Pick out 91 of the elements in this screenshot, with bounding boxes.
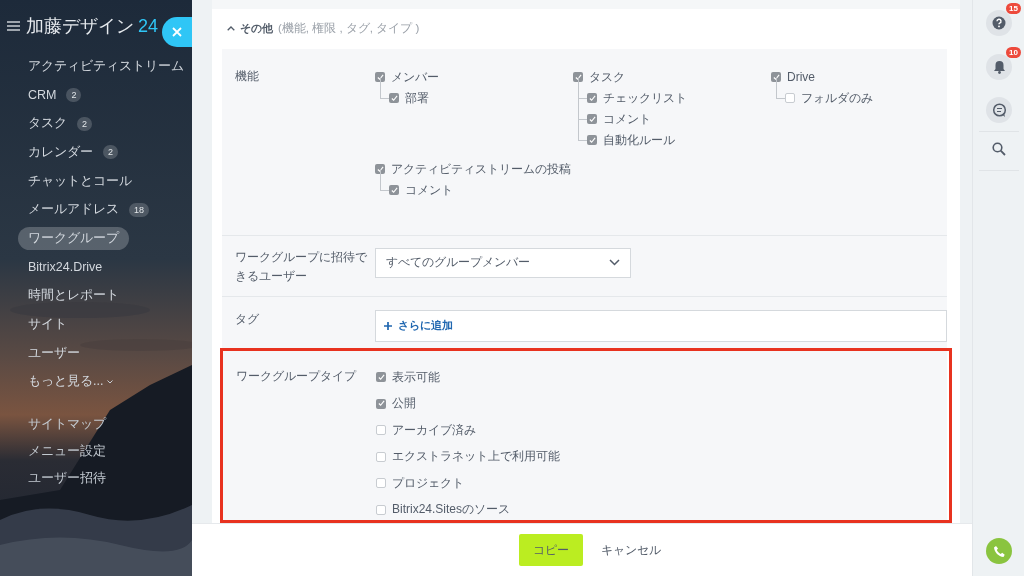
portal-title: 加藤デザイン 24	[26, 15, 159, 38]
count-badge: 2	[66, 88, 82, 103]
help-button[interactable]	[986, 10, 1012, 36]
sidebar-item[interactable]: メールアドレス	[18, 198, 129, 222]
sidebar-item[interactable]: アクティビティストリーム	[18, 54, 192, 78]
checkbox[interactable]	[587, 135, 597, 145]
sidebar-item[interactable]: ワークグループ	[18, 226, 129, 250]
checkbox[interactable]	[376, 478, 386, 488]
sidebar-item[interactable]: CRM	[18, 85, 67, 106]
checkbox-label: フォルダのみ	[801, 89, 873, 107]
checkbox[interactable]	[771, 72, 781, 82]
checkbox-label: 公開	[392, 395, 416, 412]
checkbox[interactable]	[785, 93, 795, 103]
checkbox[interactable]	[376, 425, 386, 435]
sidebar-link[interactable]: サイトマップ	[28, 416, 192, 434]
dropdown[interactable]: すべてのグループメンバー	[375, 247, 631, 278]
field-label: タグ	[235, 310, 260, 328]
plus-icon	[384, 321, 392, 330]
checkbox[interactable]	[375, 72, 385, 82]
sidebar-item[interactable]: ユーザー	[18, 341, 90, 365]
checkbox[interactable]	[587, 93, 597, 103]
sidebar-link[interactable]: メニュー設定	[28, 443, 192, 461]
count-badge: 15	[1006, 3, 1021, 14]
count-badge: 2	[77, 116, 92, 131]
close-icon	[172, 27, 182, 37]
checkbox[interactable]	[375, 164, 385, 174]
checkbox-label: タスク	[589, 68, 625, 86]
caret-icon	[106, 380, 113, 385]
check-icon	[377, 373, 385, 381]
sidebar-item[interactable]: チャットとコール	[18, 169, 142, 193]
checkbox[interactable]	[376, 398, 386, 409]
sidebar-item[interactable]: カレンダー	[18, 140, 103, 164]
count-badge: 10	[1006, 47, 1021, 58]
caret-icon[interactable]	[227, 26, 235, 32]
check-icon	[588, 136, 596, 144]
sidebar-link[interactable]: ユーザー招待	[28, 470, 192, 488]
count-badge: 2	[103, 145, 118, 160]
check-icon	[376, 165, 384, 173]
section-title[interactable]: その他	[240, 21, 273, 37]
sidebar-item[interactable]: タスク	[18, 112, 77, 136]
field-label: ワークグループに招待できるユーザー	[235, 248, 368, 285]
sidebar-item[interactable]: もっと見る...	[18, 370, 123, 394]
checkbox[interactable]	[376, 372, 386, 382]
checkbox-label: メンバー	[391, 68, 439, 86]
checkbox-label: 部署	[405, 89, 429, 107]
check-icon	[588, 115, 596, 123]
notifications-button[interactable]	[986, 54, 1012, 80]
close-button[interactable]	[162, 17, 192, 47]
checkbox-label: 自動化ルール	[603, 131, 675, 149]
checkbox[interactable]	[389, 93, 399, 103]
checkbox-label: コメント	[603, 110, 651, 128]
checkbox-label: Bitrix24.Sitesのソース	[392, 501, 511, 518]
field-label: ワークグループタイプ	[236, 367, 358, 385]
checkbox-label: Drive	[787, 70, 815, 84]
count-badge: 18	[129, 202, 149, 217]
call-button[interactable]	[986, 538, 1012, 564]
sidebar-item[interactable]: 時間とレポート	[18, 284, 129, 308]
sidebar-item[interactable]: Bitrix24.Drive	[18, 257, 113, 278]
field-label: 機能	[235, 67, 260, 85]
checkbox-label: チェックリスト	[603, 89, 687, 107]
checkbox[interactable]	[573, 72, 583, 82]
check-icon	[772, 73, 780, 81]
menu-icon[interactable]	[7, 21, 20, 31]
chat-button[interactable]	[986, 97, 1012, 123]
chat-icon	[991, 102, 1007, 118]
check-icon	[588, 94, 596, 102]
check-icon	[376, 73, 384, 81]
checkbox-label: アクティビティストリームの投稿	[391, 160, 571, 178]
sidebar-item[interactable]: サイト	[18, 313, 77, 337]
checkbox-label: 表示可能	[392, 368, 440, 386]
checkbox[interactable]	[376, 504, 386, 515]
checkbox-label: プロジェクト	[392, 474, 464, 492]
cancel-button[interactable]: キャンセル	[601, 542, 661, 558]
check-icon	[377, 400, 385, 407]
help-icon	[992, 16, 1006, 30]
check-icon	[390, 94, 398, 102]
section-subtitle: (機能, 権限 , タグ, タイプ )	[278, 21, 420, 37]
check-icon	[574, 73, 582, 81]
chevron-down-icon	[609, 259, 620, 266]
checkbox-label: エクストラネット上で利用可能	[392, 448, 560, 465]
checkbox-label: アーカイブ済み	[392, 421, 476, 439]
checkbox[interactable]	[389, 185, 399, 195]
checkbox[interactable]	[376, 451, 386, 462]
checkbox-label: コメント	[405, 181, 453, 199]
phone-icon	[992, 544, 1006, 558]
bell-icon	[992, 60, 1006, 74]
copy-button[interactable]: コピー	[519, 534, 583, 566]
search-icon[interactable]	[992, 142, 1006, 156]
add-tag-button[interactable]: さらに追加	[375, 309, 947, 342]
checkbox[interactable]	[587, 114, 597, 124]
check-icon	[390, 186, 398, 194]
